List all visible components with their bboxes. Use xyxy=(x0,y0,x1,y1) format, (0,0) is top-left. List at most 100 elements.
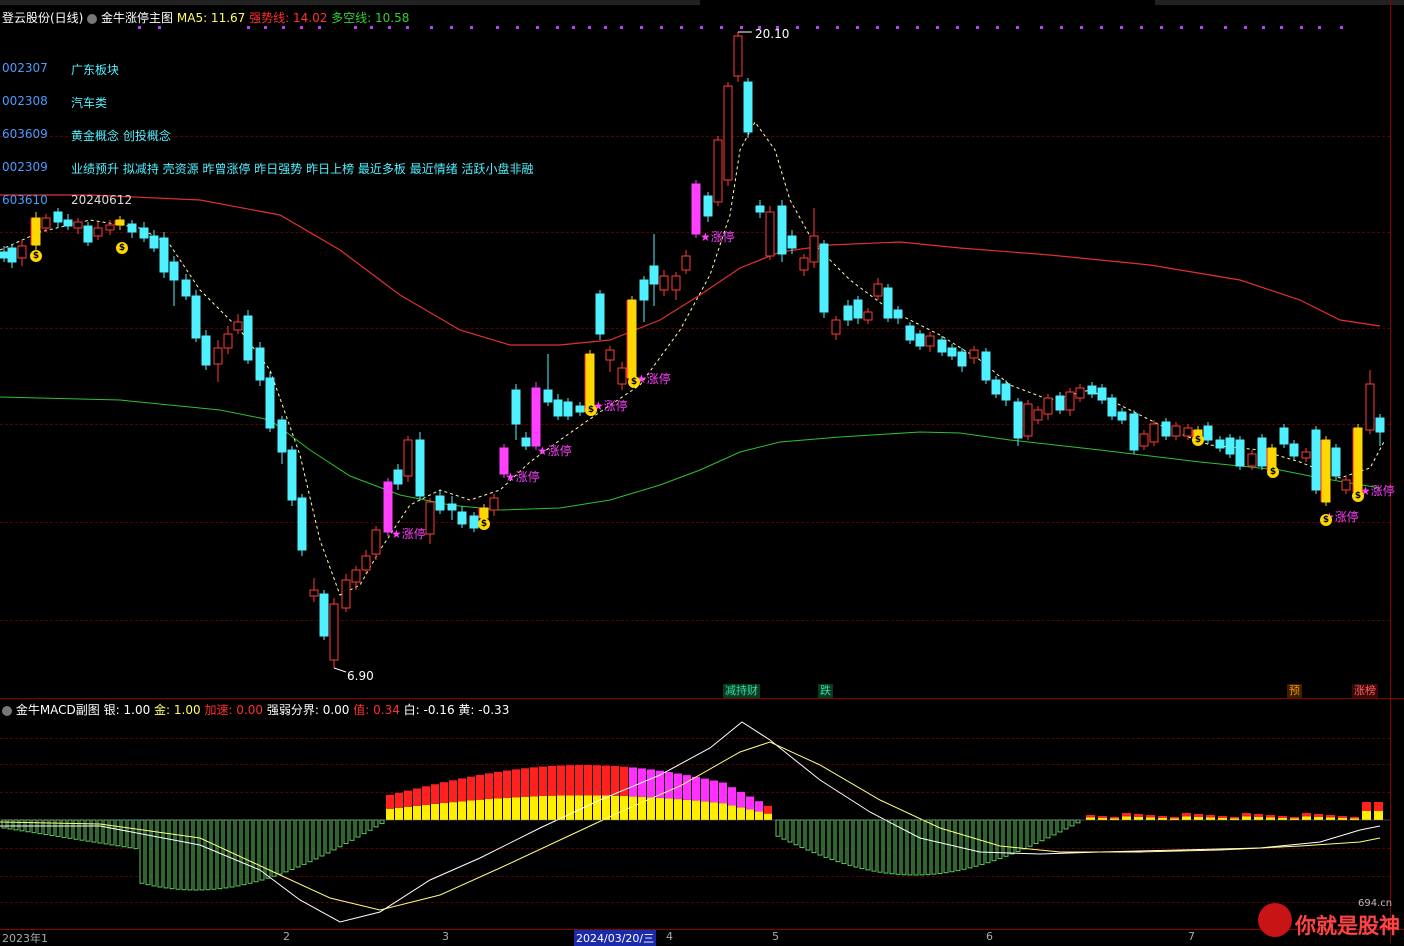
macd-pos-bar xyxy=(584,795,592,820)
event-tag[interactable]: 减持财 xyxy=(723,684,760,698)
limit-up-label: ★涨停 xyxy=(537,444,572,458)
macd-pos-bar xyxy=(1338,818,1347,820)
macd-pos-bar xyxy=(395,807,403,820)
macd-neg-bar xyxy=(367,819,373,831)
candle-body xyxy=(1097,387,1107,401)
macd-neg-bar xyxy=(283,819,289,873)
stock-row-1[interactable]: 002307 xyxy=(2,61,48,75)
macd-pos-bar xyxy=(467,776,475,801)
macd-pos-bar xyxy=(404,790,412,807)
candle-body xyxy=(1171,425,1181,437)
macd-pos-bar xyxy=(629,767,637,797)
macd-pos-bar xyxy=(1302,813,1311,817)
candle-body xyxy=(1331,447,1341,477)
stock-text: 广东板块 xyxy=(71,63,120,77)
coin-icon: $ xyxy=(628,376,640,388)
candle-body xyxy=(31,217,41,246)
yellow-value: 黄: -0.33 xyxy=(458,703,510,717)
macd-neg-bar xyxy=(169,819,175,890)
macd-pos-bar xyxy=(530,796,538,820)
candle-body xyxy=(937,339,947,353)
stock-text: 20240612 xyxy=(71,193,133,207)
coin-icon: $ xyxy=(30,250,42,262)
macd-neg-bar xyxy=(775,819,781,837)
candle-body xyxy=(403,439,413,477)
macd-neg-bar xyxy=(337,819,343,848)
macd-neg-bar xyxy=(13,819,19,831)
candle-body xyxy=(531,387,541,447)
macd-pos-bar xyxy=(1134,814,1143,817)
macd-neg-bar xyxy=(235,819,241,887)
macd-pos-bar xyxy=(386,808,394,820)
stock-row-4[interactable]: 002309 xyxy=(2,160,48,174)
macd-pos-bar xyxy=(692,800,700,820)
macd-pos-bar xyxy=(665,772,673,799)
candle-body xyxy=(73,221,83,229)
candle-body xyxy=(1215,439,1225,449)
macd-pos-bar xyxy=(611,795,619,820)
axis-label: 7 xyxy=(1188,930,1195,943)
candle-body xyxy=(469,515,479,529)
candle-body xyxy=(1375,417,1385,433)
white-value: 白: -0.16 xyxy=(403,703,455,717)
macd-neg-bar xyxy=(37,819,43,835)
candle-body xyxy=(1107,397,1117,417)
candle-body xyxy=(149,235,159,249)
macd-pos-bar xyxy=(755,801,763,812)
candle-body xyxy=(83,225,93,243)
candle-body xyxy=(393,469,403,485)
macd-neg-bar xyxy=(991,819,997,862)
candle-body xyxy=(671,275,681,291)
macd-pos-bar xyxy=(1206,815,1215,818)
candle-body xyxy=(893,309,903,319)
macd-pos-bar xyxy=(449,802,457,820)
event-tag[interactable]: 涨榜 xyxy=(1352,684,1378,698)
macd-pos-bar xyxy=(1170,817,1179,819)
macd-pos-bar xyxy=(1266,817,1275,820)
sub-indicator-name[interactable]: 金牛MACD副图 xyxy=(16,703,100,717)
stock-row-3[interactable]: 603609 xyxy=(2,127,48,141)
limit-up-label: ★涨停 xyxy=(636,372,671,386)
macd-pos-bar xyxy=(1314,814,1323,817)
settings-icon[interactable] xyxy=(2,705,12,716)
macd-pos-bar xyxy=(1374,811,1383,820)
macd-neg-bar xyxy=(961,819,967,870)
macd-pos-bar xyxy=(1146,815,1155,818)
candle-body xyxy=(883,287,893,319)
candle-body xyxy=(447,503,457,511)
macd-neg-bar xyxy=(301,819,307,865)
macd-neg-bar xyxy=(361,819,367,835)
macd-pos-bar xyxy=(737,791,745,808)
candle-body xyxy=(649,265,659,285)
macd-neg-bar xyxy=(223,819,229,889)
stock-row-2[interactable]: 002308 xyxy=(2,94,48,108)
macd-neg-bar xyxy=(277,819,283,875)
stock-row-5[interactable]: 603610 xyxy=(2,193,48,207)
candle-body xyxy=(1365,383,1375,431)
macd-neg-bar xyxy=(373,819,379,828)
event-tag[interactable]: 跌 xyxy=(818,684,833,698)
candle-body xyxy=(159,237,169,273)
macd-neg-bar xyxy=(271,819,277,877)
candle-body xyxy=(223,333,233,349)
macd-pos-bar xyxy=(458,801,466,820)
macd-neg-bar xyxy=(985,819,991,864)
macd-neg-bar xyxy=(1075,819,1081,824)
candle-body xyxy=(1279,427,1289,445)
macd-neg-bar xyxy=(211,819,217,890)
macd-pos-bar xyxy=(1350,817,1359,819)
event-tag[interactable]: 预 xyxy=(1287,684,1302,698)
macd-pos-bar xyxy=(1122,816,1131,820)
macd-neg-bar xyxy=(877,819,883,873)
candle-body xyxy=(765,211,775,257)
axis-label: 2 xyxy=(283,930,290,943)
candle-body xyxy=(969,349,979,359)
macd-neg-bar xyxy=(781,819,787,840)
candle-body xyxy=(957,351,967,367)
candle-body xyxy=(595,293,605,335)
macd-pos-bar xyxy=(413,788,421,806)
candle-body xyxy=(1117,411,1127,421)
macd-pos-bar xyxy=(485,799,493,820)
macd-pos-bar xyxy=(530,767,538,797)
macd-neg-bar xyxy=(205,819,211,891)
